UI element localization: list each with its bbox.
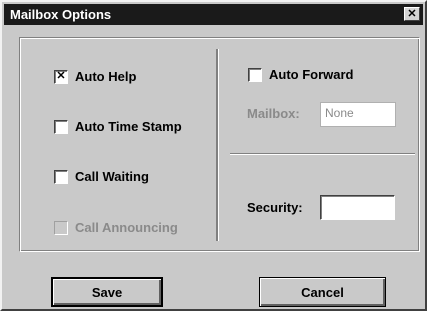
call-announcing-checkbox <box>54 220 68 235</box>
close-button[interactable]: ✕ <box>404 7 420 21</box>
call-announcing-option: Call Announcing <box>54 220 178 235</box>
call-announcing-label: Call Announcing <box>75 220 178 235</box>
auto-forward-checkbox[interactable] <box>248 67 262 82</box>
auto-help-checkbox[interactable]: ✕ <box>54 69 68 84</box>
auto-help-option[interactable]: ✕ Auto Help <box>54 69 136 84</box>
auto-time-stamp-option[interactable]: Auto Time Stamp <box>54 119 182 134</box>
horizontal-divider <box>230 153 415 155</box>
call-waiting-label: Call Waiting <box>75 169 149 184</box>
window-title: Mailbox Options <box>10 7 112 22</box>
call-waiting-option[interactable]: Call Waiting <box>54 169 149 184</box>
close-icon: ✕ <box>407 7 417 20</box>
auto-time-stamp-checkbox[interactable] <box>54 119 68 134</box>
security-field[interactable] <box>320 195 395 220</box>
save-button-label: Save <box>91 284 123 300</box>
security-label: Security: <box>247 200 303 215</box>
auto-forward-label: Auto Forward <box>269 67 354 82</box>
cancel-button-label: Cancel <box>301 284 344 300</box>
cancel-button[interactable]: Cancel <box>259 277 386 307</box>
save-button[interactable]: Save <box>51 277 163 307</box>
auto-forward-option[interactable]: Auto Forward <box>248 67 354 82</box>
auto-time-stamp-label: Auto Time Stamp <box>75 119 182 134</box>
checkmark-icon: ✕ <box>56 70 66 82</box>
vertical-divider <box>216 49 219 241</box>
title-bar[interactable]: Mailbox Options ✕ <box>4 4 423 25</box>
mailbox-options-dialog: Mailbox Options ✕ ✕ Auto Help Auto Time … <box>0 0 427 311</box>
mailbox-label: Mailbox: <box>247 106 300 121</box>
auto-help-label: Auto Help <box>75 69 137 84</box>
call-waiting-checkbox[interactable] <box>54 169 68 184</box>
mailbox-field: None <box>320 102 396 127</box>
